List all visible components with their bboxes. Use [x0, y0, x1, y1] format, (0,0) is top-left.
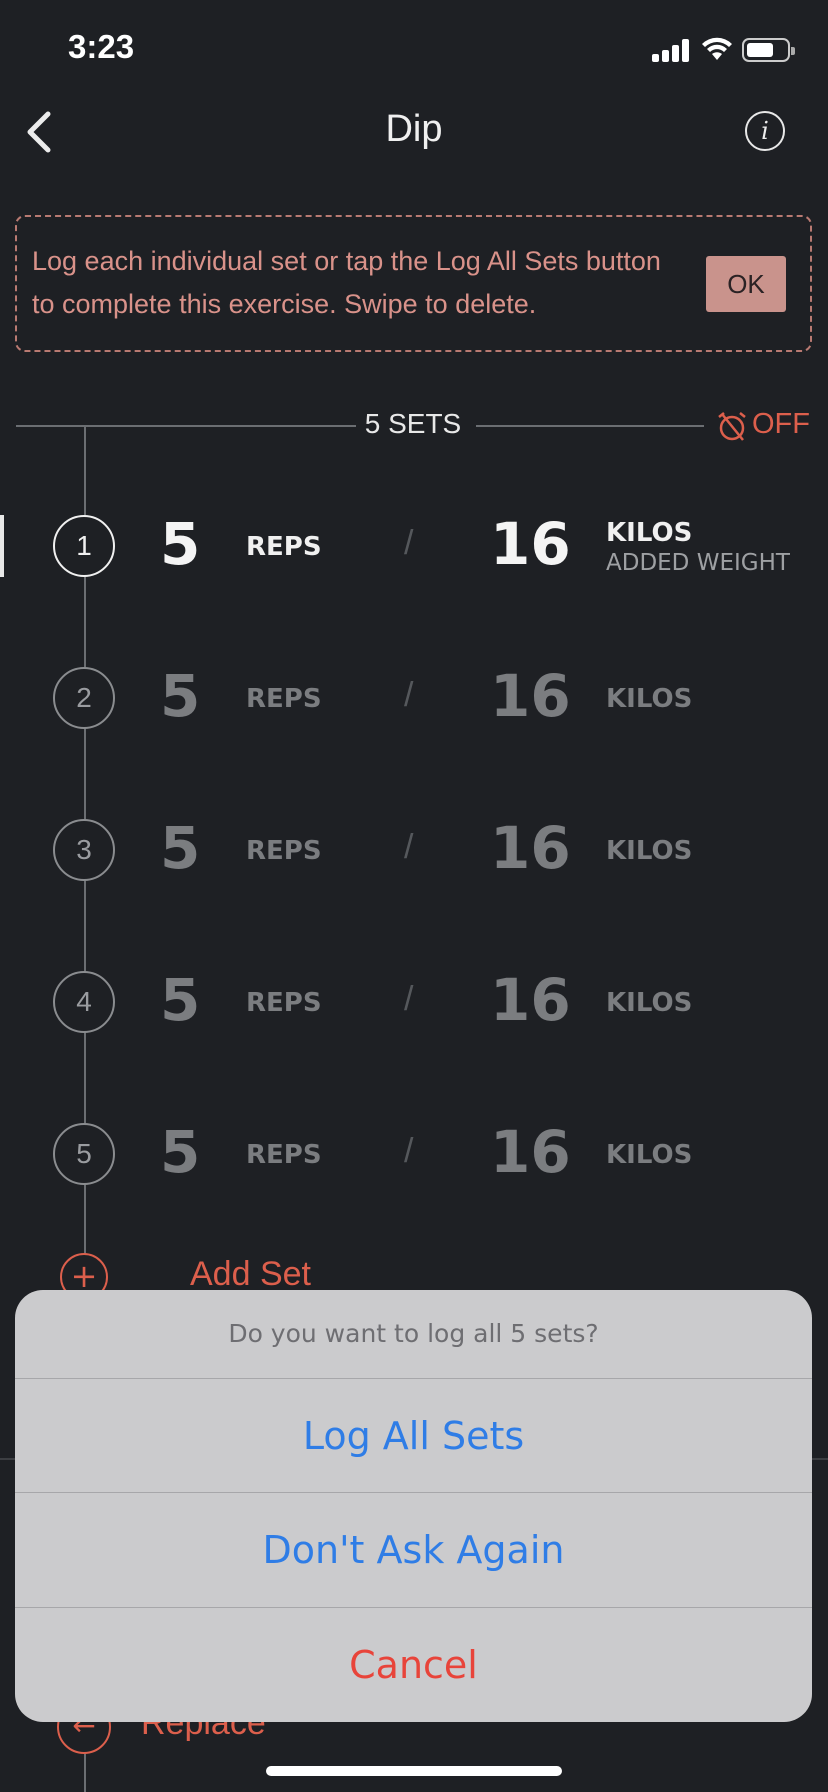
reps-value[interactable]: 5: [160, 662, 210, 730]
weight-unit-label: KILOS: [606, 836, 693, 866]
action-sheet-title: Do you want to log all 5 sets?: [228, 1319, 599, 1348]
sets-header-line-right: [476, 425, 704, 427]
reps-value[interactable]: 5: [160, 510, 210, 578]
reps-value[interactable]: 5: [160, 1118, 210, 1186]
tip-ok-button[interactable]: OK: [706, 256, 786, 312]
set-number-badge: 3: [53, 819, 115, 881]
separator-slash: /: [404, 1132, 414, 1170]
weight-value[interactable]: 16: [490, 510, 571, 578]
weight-unit-label: KILOS: [606, 988, 693, 1018]
rest-timer-toggle[interactable]: OFF: [752, 408, 810, 441]
cancel-button[interactable]: Cancel: [15, 1607, 812, 1722]
cellular-signal-icon: [652, 38, 692, 62]
weight-unit-label: KILOS: [606, 684, 693, 714]
page-title: Dip: [385, 108, 443, 150]
reps-label: REPS: [246, 532, 322, 562]
status-time: 3:23: [68, 28, 135, 65]
log-all-sets-button[interactable]: Log All Sets: [15, 1378, 812, 1493]
weight-value[interactable]: 16: [490, 662, 571, 730]
sets-header-line-left: [16, 425, 356, 427]
tip-text: Log each individual set or tap the Log A…: [32, 246, 661, 319]
weight-value[interactable]: 16: [490, 966, 571, 1034]
set-row[interactable]: 2 5 REPS / 16 KILOS: [0, 658, 828, 738]
dont-ask-again-button[interactable]: Don't Ask Again: [15, 1492, 812, 1607]
set-number-badge: 2: [53, 667, 115, 729]
weight-value[interactable]: 16: [490, 1118, 571, 1186]
separator-slash: /: [404, 828, 414, 866]
timer-off-icon[interactable]: [716, 410, 748, 442]
sets-count-label: 5 SETS: [364, 408, 462, 439]
reps-label: REPS: [246, 684, 322, 714]
reps-value[interactable]: 5: [160, 814, 210, 882]
reps-label: REPS: [246, 1140, 322, 1170]
wifi-icon: [702, 37, 732, 60]
added-weight-label: ADDED WEIGHT: [606, 550, 790, 576]
set-row[interactable]: 3 5 REPS / 16 KILOS: [0, 810, 828, 890]
log-all-action-sheet: Do you want to log all 5 sets? Log All S…: [15, 1290, 812, 1722]
set-row[interactable]: 5 5 REPS / 16 KILOS: [0, 1114, 828, 1194]
separator-slash: /: [404, 980, 414, 1018]
weight-unit-label: KILOS: [606, 1140, 693, 1170]
separator-slash: /: [404, 524, 414, 562]
set-number-badge: 5: [53, 1123, 115, 1185]
set-number-badge: 1: [53, 515, 115, 577]
separator-slash: /: [404, 676, 414, 714]
weight-unit-label: KILOS: [606, 518, 693, 548]
info-icon[interactable]: i: [745, 111, 785, 151]
reps-label: REPS: [246, 988, 322, 1018]
weight-value[interactable]: 16: [490, 814, 571, 882]
reps-value[interactable]: 5: [160, 966, 210, 1034]
set-number-badge: 4: [53, 971, 115, 1033]
reps-label: REPS: [246, 836, 322, 866]
home-indicator[interactable]: [266, 1766, 562, 1776]
add-set-button[interactable]: Add Set: [190, 1255, 311, 1294]
set-row[interactable]: 4 5 REPS / 16 KILOS: [0, 962, 828, 1042]
set-row[interactable]: 1 5 REPS / 16 KILOS ADDED WEIGHT: [0, 506, 828, 586]
battery-icon: [742, 38, 795, 62]
